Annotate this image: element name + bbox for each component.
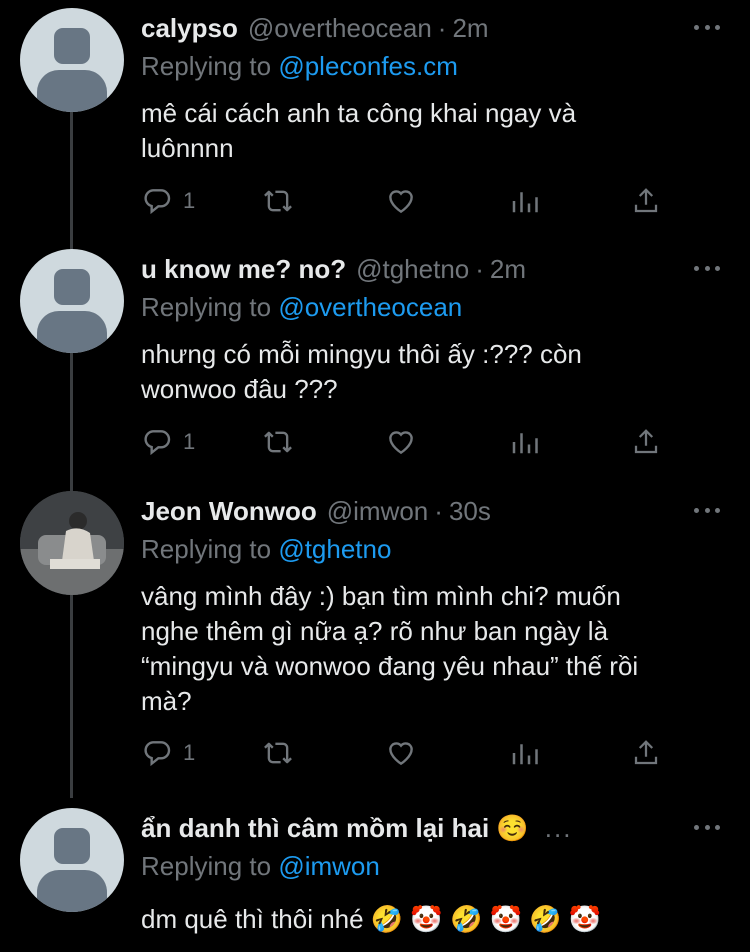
heart-icon <box>389 431 413 455</box>
more-icon[interactable] <box>694 255 720 281</box>
heart-icon <box>389 190 413 214</box>
like-button[interactable] <box>385 733 417 773</box>
tweet-text: mê cái cách anh ta công khai ngay và luô… <box>141 98 577 163</box>
timestamp[interactable]: 30s <box>449 491 491 531</box>
reply-count: 1 <box>183 429 196 454</box>
handle[interactable]: @overtheocean <box>248 8 432 48</box>
mention-link[interactable]: @tghetno <box>278 534 391 564</box>
more-icon[interactable] <box>694 814 720 840</box>
profile-photo <box>20 491 124 595</box>
action-bar: 1 <box>141 181 671 221</box>
analytics-icon <box>512 744 538 765</box>
like-button[interactable] <box>385 422 417 462</box>
more-icon[interactable] <box>694 497 720 523</box>
avatar[interactable] <box>20 8 124 112</box>
replying-to: Replying to @pleconfes.cm <box>141 51 458 81</box>
like-button[interactable] <box>385 181 417 221</box>
retweet-icon <box>264 742 292 764</box>
retweet-button[interactable] <box>261 422 295 462</box>
share-button[interactable] <box>631 181 661 221</box>
views-button[interactable] <box>509 181 539 221</box>
avatar[interactable] <box>20 808 124 912</box>
display-name[interactable]: ẩn danh thì câm mồm lại hai ☺️ <box>141 808 529 848</box>
mention-link[interactable]: @pleconfes.cm <box>278 51 458 81</box>
retweet-button[interactable] <box>261 181 295 221</box>
reply-button[interactable]: 1 <box>141 733 195 773</box>
timestamp[interactable]: 2m <box>490 249 526 289</box>
views-button[interactable] <box>509 422 539 462</box>
display-name[interactable]: u know me? no? <box>141 249 346 289</box>
separator: · <box>434 496 443 526</box>
mention-link[interactable]: @imwon <box>278 851 380 881</box>
action-bar: 1 <box>141 422 671 462</box>
reply-icon <box>144 741 171 767</box>
share-icon <box>634 740 658 765</box>
analytics-icon <box>512 433 538 454</box>
retweet-icon <box>264 431 292 453</box>
share-icon <box>634 429 658 454</box>
share-button[interactable] <box>631 733 661 773</box>
tweet-text: dm quê thì thôi nhé 🤣 🤡 🤣 🤡 🤣 🤡 <box>141 904 602 934</box>
heart-icon <box>389 742 413 766</box>
retweet-button[interactable] <box>261 733 295 773</box>
separator: · <box>437 13 447 43</box>
share-button[interactable] <box>631 422 661 462</box>
mention-link[interactable]: @overtheocean <box>278 292 462 322</box>
reply-button[interactable]: 1 <box>141 181 195 221</box>
tweet-text: vâng mình đây :) bạn tìm mình chi? muốn … <box>141 581 639 716</box>
analytics-icon <box>512 192 538 213</box>
display-name[interactable]: Jeon Wonwoo <box>141 491 317 531</box>
views-button[interactable] <box>509 733 539 773</box>
replying-to: Replying to @tghetno <box>141 534 392 564</box>
truncation-ellipsis: ... <box>544 813 573 843</box>
thread-line <box>70 112 73 798</box>
replying-to: Replying to @imwon <box>141 851 380 881</box>
reply-icon <box>144 430 171 456</box>
reply-icon <box>144 189 171 215</box>
replying-to: Replying to @overtheocean <box>141 292 463 322</box>
retweet-icon <box>264 190 292 212</box>
more-icon[interactable] <box>694 14 720 40</box>
tweet-text: nhưng có mỗi mingyu thôi ấy :??? còn won… <box>141 339 582 404</box>
reply-count: 1 <box>183 188 196 213</box>
separator: · <box>475 254 484 284</box>
timestamp[interactable]: 2m <box>452 8 488 48</box>
avatar[interactable] <box>20 491 124 595</box>
action-bar: 1 <box>141 733 671 773</box>
handle[interactable]: @tghetno <box>356 249 469 289</box>
display-name[interactable]: calypso <box>141 8 238 48</box>
handle[interactable]: @imwon <box>327 491 429 531</box>
avatar[interactable] <box>20 249 124 353</box>
reply-count: 1 <box>183 740 196 765</box>
reply-button[interactable]: 1 <box>141 422 195 462</box>
share-icon <box>634 188 658 213</box>
